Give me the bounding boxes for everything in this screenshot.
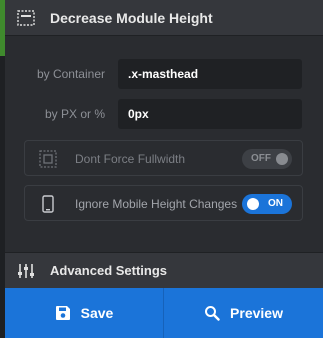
save-label: Save [80, 305, 114, 321]
fullwidth-switch[interactable]: OFF [242, 149, 292, 169]
advanced-settings-title: Advanced Settings [50, 263, 168, 278]
switch-knob [276, 153, 288, 165]
fullwidth-toggle-row: Dont Force Fullwidth OFF [24, 140, 303, 176]
save-button[interactable]: Save [5, 288, 164, 338]
container-input[interactable] [118, 59, 302, 89]
fullwidth-icon [39, 150, 57, 168]
container-label: by Container [36, 67, 105, 81]
px-row: by PX or % [5, 99, 323, 129]
sliders-icon [18, 264, 34, 278]
switch-knob [247, 198, 259, 210]
px-input[interactable] [118, 99, 302, 129]
px-label: by PX or % [44, 107, 105, 121]
mobile-switch-text: ON [268, 198, 283, 209]
footer-actions: Save Preview [5, 288, 323, 338]
mobile-toggle-row: Ignore Mobile Height Changes ON [24, 185, 303, 221]
save-icon [55, 306, 70, 320]
advanced-settings-header[interactable]: Advanced Settings [5, 252, 323, 288]
section-title: Decrease Module Height [50, 10, 213, 26]
mobile-icon [42, 195, 54, 213]
module-settings-panel: Decrease Module Height by Container by P… [5, 0, 323, 338]
section-header[interactable]: Decrease Module Height [5, 0, 323, 36]
fullwidth-switch-text: OFF [251, 153, 271, 164]
preview-button[interactable]: Preview [164, 288, 323, 338]
fullwidth-label: Dont Force Fullwidth [75, 152, 186, 166]
preview-label: Preview [230, 305, 283, 321]
container-row: by Container [5, 59, 323, 89]
module-frame-icon [17, 10, 35, 26]
mobile-switch[interactable]: ON [242, 194, 292, 214]
mobile-label: Ignore Mobile Height Changes [75, 197, 238, 211]
search-icon [205, 306, 220, 321]
